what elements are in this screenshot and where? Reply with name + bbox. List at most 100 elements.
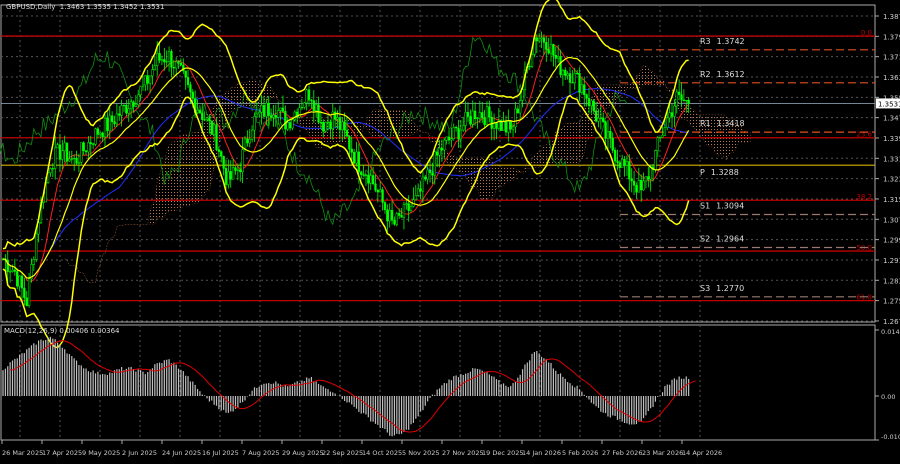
price-tick-label: 1.2995 — [883, 237, 900, 245]
candle-body — [587, 98, 591, 107]
candle-body — [542, 37, 546, 43]
candle-body — [260, 105, 263, 113]
time-label: 27 Nov 2025 — [442, 449, 484, 457]
candle-body — [371, 175, 375, 185]
time-label: 17 Apr 2025 — [42, 449, 82, 457]
candle-body — [644, 176, 648, 182]
candle-body — [222, 155, 225, 169]
candle-body — [661, 135, 664, 138]
candle-body — [175, 61, 178, 69]
pivot-value: 1.3094 — [716, 201, 744, 210]
candle-body — [393, 219, 396, 225]
macd-axis-label: 0.00 — [881, 393, 895, 401]
candle-body — [293, 111, 296, 121]
pivot-value: 1.3612 — [717, 70, 745, 79]
pivot-label: S3 1.2770 — [700, 284, 744, 293]
candle-body — [250, 129, 254, 140]
candle-body — [54, 147, 57, 169]
candle-body — [364, 174, 368, 176]
candle-body — [443, 139, 446, 151]
candle-body — [65, 142, 69, 162]
fib-label: 0.0 — [861, 29, 872, 37]
time-label: 16 Jul 2025 — [202, 449, 239, 457]
price-tick-label: 1.3715 — [883, 54, 900, 62]
candle-body — [84, 150, 88, 153]
candle-body — [514, 108, 517, 128]
candle-body — [424, 176, 427, 180]
candle-body — [267, 102, 270, 116]
candle-body — [564, 70, 567, 76]
candle-body — [303, 102, 306, 108]
candle-body — [675, 91, 678, 107]
candle-body — [156, 53, 159, 66]
candle-body — [27, 278, 31, 306]
candle-body — [324, 121, 327, 132]
fib-label: 38.2 — [856, 193, 872, 201]
price-tick-label: 1.3235 — [883, 176, 900, 184]
candle-body — [379, 189, 382, 193]
candle-body — [224, 168, 228, 185]
candle-body — [663, 127, 667, 136]
candle-body — [355, 151, 358, 164]
candle-body — [16, 271, 19, 287]
candle-body — [198, 110, 202, 114]
candle-body — [405, 203, 408, 205]
pivot-value: 1.2964 — [716, 235, 744, 244]
candle-body — [217, 149, 221, 152]
price-tick-label: 1.3875 — [883, 13, 900, 21]
time-label: 14 Oct 2025 — [362, 449, 402, 457]
candle-body — [590, 100, 593, 107]
candle-body — [568, 73, 572, 83]
candle-body — [386, 209, 389, 222]
candle-body — [189, 84, 192, 93]
candle-body — [585, 94, 588, 99]
candle-body — [167, 51, 171, 62]
candle-body — [466, 112, 470, 117]
candle-body — [42, 201, 45, 203]
candle-body — [82, 142, 85, 151]
pivot-label: R3 1.3742 — [700, 37, 745, 46]
candle-body — [594, 110, 598, 122]
candle-body — [552, 44, 555, 56]
candle-body — [507, 121, 510, 133]
candle-body — [528, 65, 531, 68]
candle-body — [58, 144, 62, 160]
price-tick-label: 1.2835 — [883, 277, 900, 285]
candle-body — [635, 185, 638, 193]
candle-body — [395, 213, 398, 225]
pivot-label: R2 1.3612 — [700, 70, 745, 79]
candle-body — [80, 142, 83, 163]
candle-body — [538, 38, 541, 42]
chart-canvas[interactable]: 1.38751.37951.37151.36351.35551.34751.33… — [0, 0, 900, 460]
time-label: 7 Aug 2025 — [242, 449, 280, 457]
candle-body — [592, 100, 595, 112]
candle-body — [445, 136, 448, 141]
price-tick-label: 1.3635 — [883, 74, 900, 82]
candle-body — [549, 44, 553, 54]
candle-body — [519, 100, 522, 114]
candle-body — [151, 69, 154, 77]
candle-body — [469, 116, 472, 125]
candle-body — [231, 167, 235, 180]
candle-body — [248, 138, 251, 144]
pivot-label: R1 1.3418 — [700, 119, 745, 128]
candle-body — [315, 104, 318, 111]
bollinger-middle — [2, 56, 690, 279]
candle-body — [509, 121, 512, 130]
candle-body — [421, 176, 425, 192]
price-tick-label: 1.2675 — [883, 318, 900, 326]
candle-body — [367, 174, 370, 184]
candle-body — [511, 126, 515, 130]
candle-body — [402, 204, 406, 218]
candle-body — [73, 158, 76, 160]
candle-body — [239, 169, 242, 173]
candle-body — [438, 147, 441, 156]
candle-body — [215, 124, 218, 150]
chart-window[interactable]: 1.38751.37951.37151.36351.35551.34751.33… — [0, 0, 900, 460]
candle-body — [108, 115, 111, 131]
price-tick-label: 1.3155 — [883, 196, 900, 204]
candle-body — [580, 84, 584, 93]
candle-body — [329, 121, 332, 129]
candle-body — [87, 142, 90, 153]
pivot-value: 1.3288 — [711, 168, 739, 177]
